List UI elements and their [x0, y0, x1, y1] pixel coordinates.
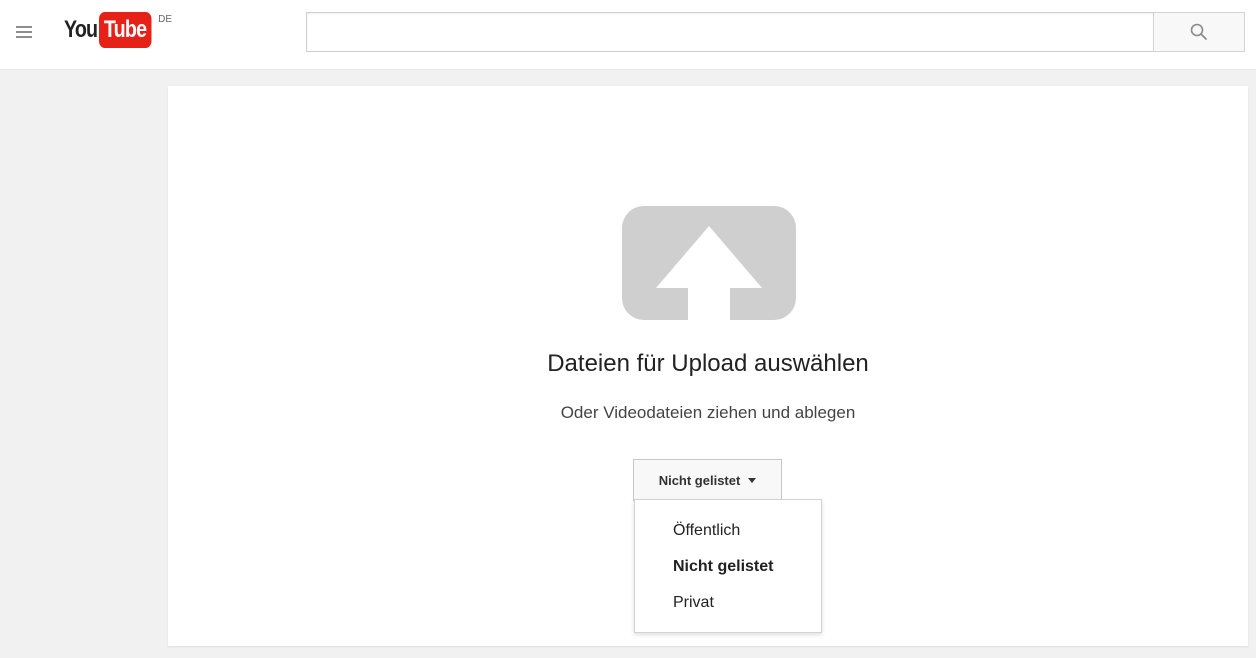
search-icon [1190, 23, 1207, 40]
privacy-dropdown-menu: Öffentlich Nicht gelistet Privat [634, 499, 822, 633]
country-code: DE [158, 14, 172, 25]
privacy-option-public[interactable]: Öffentlich [635, 518, 821, 554]
search-button[interactable] [1153, 12, 1245, 52]
youtube-logo[interactable]: You Tube DE [64, 12, 172, 48]
caret-down-icon [748, 478, 757, 483]
logo-tube-text: Tube [98, 12, 151, 48]
select-files-title[interactable]: Dateien für Upload auswählen [168, 350, 1248, 378]
logo-you-text: You [64, 16, 98, 43]
hamburger-menu-icon[interactable] [16, 26, 32, 42]
search-input[interactable] [306, 12, 1154, 52]
privacy-selected-label: Nicht gelistet [658, 473, 741, 488]
privacy-option-unlisted[interactable]: Nicht gelistet [635, 554, 821, 590]
upload-panel: Dateien für Upload auswählen Oder Videod… [168, 86, 1248, 646]
upload-arrow-icon[interactable] [622, 206, 796, 320]
privacy-option-private[interactable]: Privat [635, 590, 821, 626]
privacy-dropdown-button[interactable]: Nicht gelistet [633, 459, 782, 501]
drag-drop-hint: Oder Videodateien ziehen und ablegen [560, 403, 856, 422]
top-bar: You Tube DE [0, 0, 1256, 70]
